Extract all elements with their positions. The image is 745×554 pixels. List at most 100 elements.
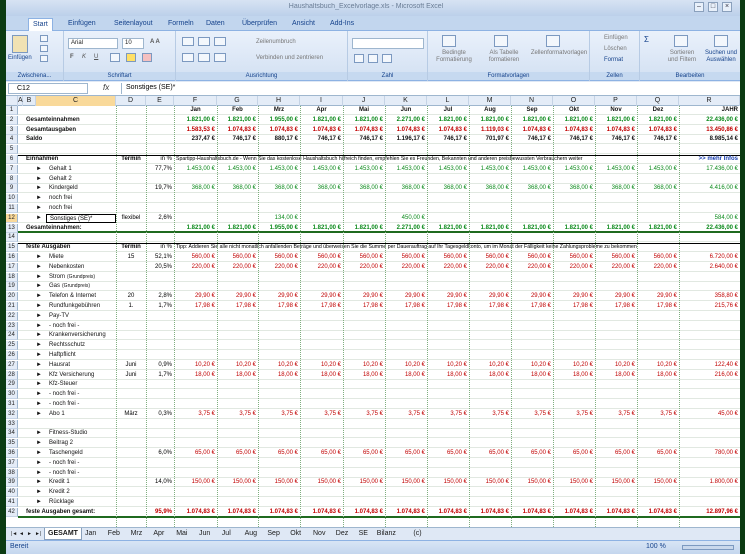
row-header[interactable]: 2 <box>6 115 18 125</box>
value-cell[interactable]: 65,00 € <box>343 449 385 458</box>
value-cell[interactable]: 65,00 € <box>469 449 511 458</box>
value-cell[interactable]: 18,00 € <box>174 371 217 380</box>
percent-cell[interactable]: 0,9% <box>146 361 174 370</box>
value-cell[interactable]: 1.074,83 € <box>595 126 637 135</box>
value-cell[interactable]: 13.450,86 € <box>679 126 740 135</box>
value-cell[interactable]: 10,20 € <box>553 361 595 370</box>
row-label[interactable]: - noch frei - <box>46 469 116 478</box>
row-header[interactable]: 36 <box>6 449 18 458</box>
align-middle-icon[interactable] <box>198 37 210 46</box>
value-cell[interactable]: 368,00 € <box>258 184 300 193</box>
percent-cell[interactable]: 20,5% <box>146 263 174 272</box>
close-icon[interactable]: × <box>722 2 732 12</box>
number-format-select[interactable] <box>352 38 424 49</box>
paste-button[interactable]: Einfügen <box>8 55 32 61</box>
value-cell[interactable]: 1.821,00 € <box>553 224 595 233</box>
row-header[interactable]: 8 <box>6 174 18 184</box>
value-cell[interactable]: 65,00 € <box>553 449 595 458</box>
month-header[interactable]: Jan <box>174 106 217 115</box>
row-label[interactable]: Gehalt 2 <box>46 175 116 184</box>
value-cell[interactable]: 1.074,83 € <box>511 126 553 135</box>
value-cell[interactable]: 368,00 € <box>385 184 427 193</box>
cell-styles-button[interactable]: Zellenformatvorlagen <box>530 50 588 57</box>
row-label[interactable]: Kredit 2 <box>46 488 116 497</box>
value-cell[interactable]: 29,90 € <box>343 292 385 301</box>
column-header-g[interactable]: G <box>217 96 258 106</box>
tab-einfügen[interactable]: Einfügen <box>64 18 100 31</box>
row-label[interactable]: Rücklage <box>46 498 116 507</box>
value-cell[interactable]: 1.821,00 € <box>595 116 637 125</box>
value-cell[interactable]: 746,17 € <box>511 135 553 144</box>
termin-cell[interactable]: Termin <box>116 243 146 252</box>
column-header-k[interactable]: K <box>385 96 427 106</box>
sheet-tab-apr[interactable]: Apr <box>150 528 167 540</box>
value-cell[interactable]: 746,17 € <box>427 135 469 144</box>
wrap-text-button[interactable]: Zeilenumbruch <box>256 39 296 45</box>
row-label[interactable]: Abo 1 <box>46 410 116 419</box>
row-label[interactable]: Kfz Versicherung <box>46 371 116 380</box>
value-cell[interactable]: 65,00 € <box>217 449 258 458</box>
value-cell[interactable]: 29,90 € <box>511 292 553 301</box>
value-cell[interactable]: 1.074,83 € <box>553 126 595 135</box>
row-header[interactable]: 18 <box>6 272 18 282</box>
value-cell[interactable]: 3,75 € <box>469 410 511 419</box>
value-cell[interactable]: 150,00 € <box>427 478 469 487</box>
value-cell[interactable]: 29,90 € <box>595 292 637 301</box>
value-cell[interactable]: 150,00 € <box>258 478 300 487</box>
column-header-f[interactable]: F <box>174 96 217 106</box>
value-cell[interactable]: 1.453,00 € <box>511 165 553 174</box>
currency-icon[interactable] <box>354 54 364 63</box>
find-select-icon[interactable] <box>714 35 728 47</box>
percent-cell[interactable]: 1,7% <box>146 371 174 380</box>
value-cell[interactable]: 45,00 € <box>679 410 740 419</box>
sheet-tab-dez[interactable]: Dez <box>333 528 351 540</box>
value-cell[interactable]: 17,98 € <box>469 302 511 311</box>
sort-filter-icon[interactable] <box>674 35 688 47</box>
month-header[interactable]: Okt <box>553 106 595 115</box>
row-label[interactable]: - noch frei - <box>46 390 116 399</box>
value-cell[interactable]: 22.436,00 € <box>679 116 740 125</box>
percent-cell[interactable]: in % <box>146 243 174 252</box>
value-cell[interactable]: 1.074,83 € <box>427 508 469 517</box>
value-cell[interactable]: 10,20 € <box>174 361 217 370</box>
percent-cell[interactable]: 19,7% <box>146 184 174 193</box>
row-header[interactable]: 21 <box>6 302 18 311</box>
value-cell[interactable]: 3,75 € <box>637 410 679 419</box>
row-header[interactable]: 3 <box>6 125 18 135</box>
value-cell[interactable]: 22.436,00 € <box>679 224 740 233</box>
value-cell[interactable]: 746,17 € <box>595 135 637 144</box>
value-cell[interactable]: 17,98 € <box>174 302 217 311</box>
last-sheet-icon[interactable]: ►| <box>32 528 44 540</box>
sheet-tab-mrz[interactable]: Mrz <box>128 528 146 540</box>
value-cell[interactable]: 560,00 € <box>258 253 300 262</box>
value-cell[interactable]: 3,75 € <box>300 410 343 419</box>
value-cell[interactable]: 122,40 € <box>679 361 740 370</box>
column-header-e[interactable]: E <box>146 96 174 106</box>
value-cell[interactable]: 29,90 € <box>300 292 343 301</box>
value-cell[interactable]: 1.074,83 € <box>637 126 679 135</box>
tab-daten[interactable]: Daten <box>202 18 229 31</box>
fill-color-icon[interactable] <box>126 53 136 62</box>
row-label[interactable]: Fitness-Studio <box>46 429 116 438</box>
value-cell[interactable]: 368,00 € <box>217 184 258 193</box>
sort-filter-button[interactable]: Sortieren und Filtern <box>664 50 700 64</box>
value-cell[interactable]: 1.821,00 € <box>553 116 595 125</box>
row-header[interactable]: 9 <box>6 184 18 194</box>
value-cell[interactable]: 220,00 € <box>469 263 511 272</box>
row-header[interactable]: 32 <box>6 409 18 419</box>
tab-seitenlayout[interactable]: Seitenlayout <box>110 18 157 31</box>
value-cell[interactable]: 1.821,00 € <box>343 116 385 125</box>
value-cell[interactable]: 220,00 € <box>595 263 637 272</box>
value-cell[interactable]: 220,00 € <box>258 263 300 272</box>
value-cell[interactable]: 368,00 € <box>343 184 385 193</box>
value-cell[interactable]: 10,20 € <box>300 361 343 370</box>
minimize-icon[interactable]: – <box>694 2 704 12</box>
column-header-j[interactable]: J <box>343 96 385 106</box>
value-cell[interactable]: 2.640,00 € <box>679 263 740 272</box>
sheet-tab-bilanz[interactable]: Bilanz <box>374 528 399 540</box>
value-cell[interactable]: 368,00 € <box>427 184 469 193</box>
value-cell[interactable]: 368,00 € <box>469 184 511 193</box>
conditional-format-button[interactable]: Bedingte Formatierung <box>430 50 478 64</box>
function-icon[interactable]: fx <box>103 83 109 92</box>
row-header[interactable]: 14 <box>6 233 18 243</box>
